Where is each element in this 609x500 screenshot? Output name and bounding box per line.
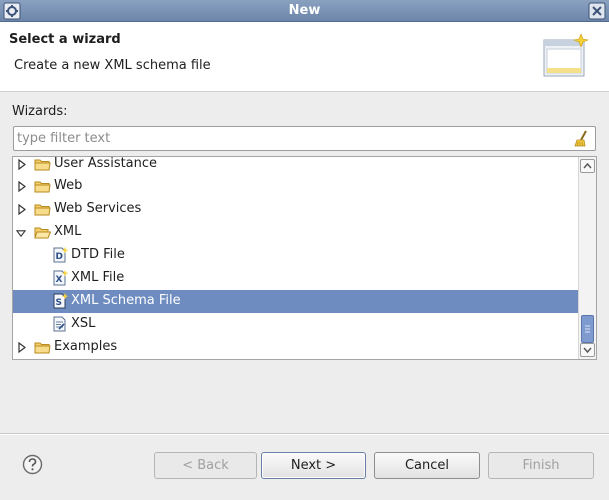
grip-icon <box>585 325 590 333</box>
scroll-down-button[interactable] <box>580 343 595 357</box>
xml-file-icon: X <box>53 270 69 286</box>
new-wizard-banner-icon <box>543 33 590 77</box>
page-description: Create a new XML schema file <box>14 58 211 73</box>
tree-item-xsl[interactable]: XSL <box>13 313 579 336</box>
tree-item-label: Web Services <box>54 201 142 216</box>
folder-icon <box>34 181 51 193</box>
footer-separator <box>0 433 609 435</box>
expand-arrow-icon[interactable] <box>17 342 27 353</box>
wizard-header: Select a wizard Create a new XML schema … <box>0 22 609 92</box>
tree-item-label: Examples <box>54 339 118 354</box>
back-button[interactable]: < Back <box>154 452 257 479</box>
window-title: New <box>288 3 321 18</box>
open-folder-icon <box>34 227 51 239</box>
expand-arrow-icon[interactable] <box>17 204 27 215</box>
tree-item-label: XML <box>54 224 82 239</box>
scrollbar-thumb[interactable] <box>581 315 594 343</box>
folder-icon <box>34 204 51 216</box>
tree-item-xml[interactable]: XML <box>13 221 579 244</box>
close-icon[interactable] <box>588 2 606 20</box>
page-title: Select a wizard <box>9 32 121 47</box>
tree-item-user-assistance[interactable]: User Assistance <box>13 156 579 176</box>
chevron-down-icon <box>583 347 592 354</box>
tree-item-web-services[interactable]: Web Services <box>13 198 579 221</box>
tree-item-label: DTD File <box>71 247 125 262</box>
title-bar: New <box>0 0 609 22</box>
cancel-button[interactable]: Cancel <box>374 452 480 479</box>
dtd-file-icon: D <box>53 247 69 263</box>
folder-icon <box>34 342 51 354</box>
tree-item-label: XSL <box>71 316 96 331</box>
tree-item-dtd-file[interactable]: D DTD File <box>13 244 579 267</box>
tree-item-label: Web <box>54 178 83 193</box>
tree-item-xml-schema-file[interactable]: S XML Schema File <box>13 290 579 313</box>
tree-scrollbar[interactable] <box>578 157 596 359</box>
svg-text:X: X <box>56 275 63 285</box>
tree-item-xml-file[interactable]: X XML File <box>13 267 579 290</box>
help-icon[interactable] <box>22 454 43 475</box>
filter-box <box>13 126 596 151</box>
chevron-up-icon <box>583 162 592 169</box>
tree-item-web[interactable]: Web <box>13 175 579 198</box>
tree-item-label: XML Schema File <box>71 293 181 308</box>
wizard-tree[interactable]: User Assistance Web Web Services XML D D… <box>12 156 597 360</box>
tree-item-label: XML File <box>71 270 125 285</box>
tree-item-examples[interactable]: Examples <box>13 336 579 359</box>
filter-input[interactable] <box>17 129 567 148</box>
expand-arrow-icon[interactable] <box>17 159 27 170</box>
svg-text:D: D <box>56 252 63 262</box>
tree-item-label: User Assistance <box>54 156 158 171</box>
collapse-arrow-icon[interactable] <box>16 228 26 239</box>
folder-icon <box>34 159 51 171</box>
scroll-up-button[interactable] <box>580 159 595 173</box>
xsl-file-icon <box>53 316 66 332</box>
wizards-label: Wizards: <box>12 104 68 119</box>
expand-arrow-icon[interactable] <box>17 181 27 192</box>
clear-filter-icon[interactable] <box>573 130 591 148</box>
next-button[interactable]: Next > <box>261 452 366 479</box>
xml-schema-file-icon: S <box>53 293 69 309</box>
finish-button[interactable]: Finish <box>488 452 594 479</box>
svg-text:S: S <box>56 298 62 308</box>
